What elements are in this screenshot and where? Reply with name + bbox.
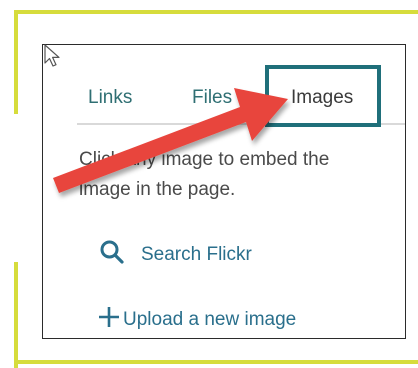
annotation-arrow (53, 88, 288, 193)
